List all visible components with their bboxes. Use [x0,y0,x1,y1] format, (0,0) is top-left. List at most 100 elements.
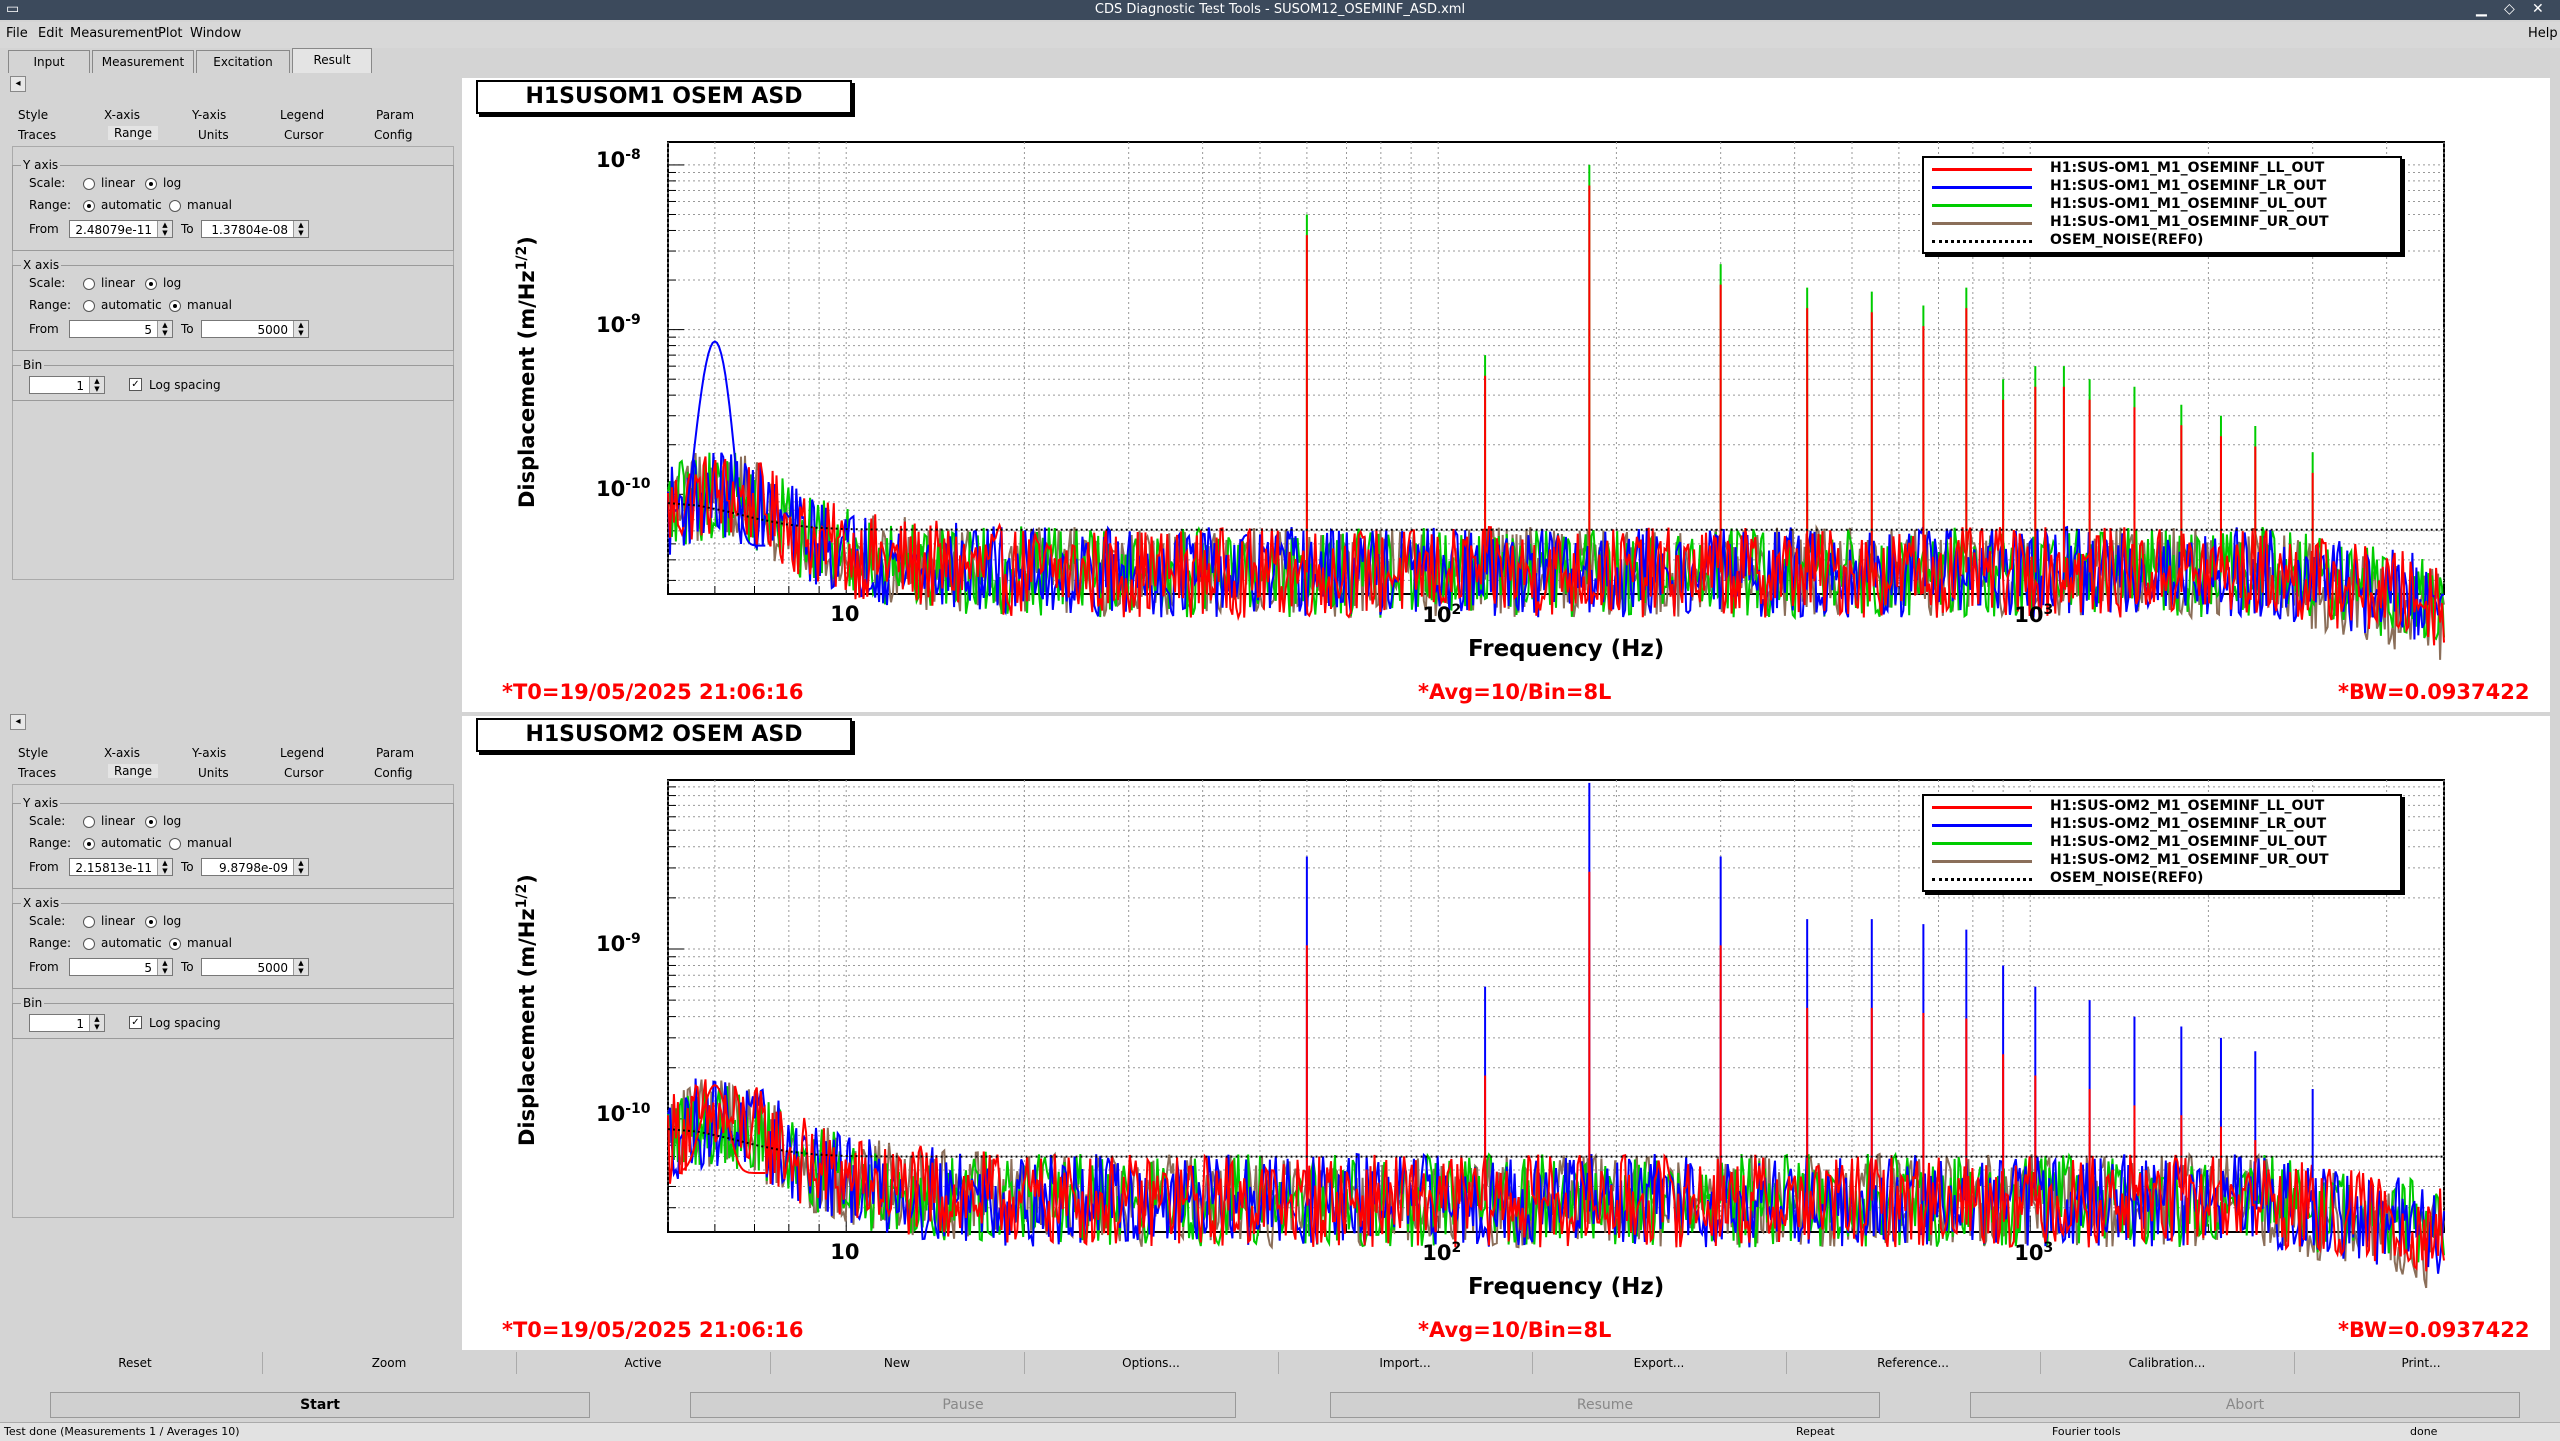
y-range-manual-radio[interactable] [169,838,181,850]
plot2-legend[interactable]: H1:SUS-OM2_M1_OSEMINF_LL_OUT H1:SUS-OM2_… [1922,794,2402,892]
x-from-spinner[interactable]: ▲ ▼ [157,321,172,337]
export-button[interactable]: Export... [1532,1352,1787,1374]
y-from-spinner[interactable]: ▲ ▼ [157,859,172,875]
subtab-traces[interactable]: Traces [18,128,56,142]
y-range-automatic-radio[interactable] [83,838,95,850]
y-to-input[interactable]: 1.37804e-08 ▲ ▼ [201,220,309,238]
log-spacing-checkbox[interactable]: ✓ [129,1016,142,1029]
subtab-traces[interactable]: Traces [18,766,56,780]
subtab-style[interactable]: Style [18,746,48,760]
y-range-manual-radio[interactable] [169,200,181,212]
y-scale-log-radio[interactable] [145,816,157,828]
subtab-range[interactable]: Range [108,764,159,778]
x-axis-group-title: X axis [21,258,62,272]
active-button[interactable]: Active [516,1352,771,1374]
zoom-button[interactable]: Zoom [262,1352,517,1374]
subtab-cursor[interactable]: Cursor [284,128,323,142]
menu-window[interactable]: Window [190,26,241,41]
import-button[interactable]: Import... [1278,1352,1533,1374]
tab-measurement[interactable]: Measurement [92,50,194,73]
x-to-input[interactable]: 5000 ▲ ▼ [201,958,309,976]
plot1-y-axis-label: Displacement (m/Hz1/2) [514,236,539,508]
subtab-config[interactable]: Config [374,766,413,780]
subtab-legend[interactable]: Legend [280,108,324,122]
menu-edit[interactable]: Edit [38,26,63,41]
subtab-config[interactable]: Config [374,128,413,142]
x-scale-linear-radio[interactable] [83,916,95,928]
y-from-input[interactable]: 2.15813e-11 ▲ ▼ [69,858,173,876]
tab-excitation[interactable]: Excitation [196,50,290,73]
y-scale-log-radio[interactable] [145,178,157,190]
x-from-spinner[interactable]: ▲ ▼ [157,959,172,975]
subtab-param[interactable]: Param [376,746,414,760]
x-scale-log-radio[interactable] [145,916,157,928]
log-spacing-checkbox[interactable]: ✓ [129,378,142,391]
collapse-panel2-icon[interactable]: ◂ [10,714,26,730]
bin-spinner[interactable]: ▲ ▼ [89,377,104,393]
subtab-y-axis[interactable]: Y-axis [192,108,226,122]
maximize-icon[interactable]: ◇ [2504,1,2515,17]
tab-input[interactable]: Input [8,50,90,73]
calibration-button[interactable]: Calibration... [2040,1352,2295,1374]
y-tick-label: 10-10 [596,476,651,502]
options-button[interactable]: Options... [1024,1352,1279,1374]
close-icon[interactable]: ✕ [2532,1,2544,17]
subtab-cursor[interactable]: Cursor [284,766,323,780]
reset-button[interactable]: Reset [8,1352,263,1374]
bin-input[interactable]: 1 ▲ ▼ [29,376,105,394]
start-button[interactable]: Start [50,1392,590,1418]
x-to-spinner[interactable]: ▲ ▼ [293,321,308,337]
print-button[interactable]: Print... [2294,1352,2548,1374]
y-scale-linear-radio[interactable] [83,178,95,190]
subtab-y-axis[interactable]: Y-axis [192,746,226,760]
subtab-param[interactable]: Param [376,108,414,122]
x-scale-log-label: log [163,914,182,928]
x-scale-log-label: log [163,276,182,290]
collapse-panel1-icon[interactable]: ◂ [10,76,26,92]
x-to-input[interactable]: 5000 ▲ ▼ [201,320,309,338]
y-from-input[interactable]: 2.48079e-11 ▲ ▼ [69,220,173,238]
menu-measurement[interactable]: Measurement [70,26,159,41]
y-tick-label: 10-9 [596,311,641,337]
plot1-legend[interactable]: H1:SUS-OM1_M1_OSEMINF_LL_OUT H1:SUS-OM1_… [1922,156,2402,254]
x-from-input[interactable]: 5 ▲ ▼ [69,958,173,976]
minimize-icon[interactable]: ▁ [2476,1,2487,17]
x-range-manual-radio[interactable] [169,938,181,950]
x-to-spinner[interactable]: ▲ ▼ [293,959,308,975]
menu-help[interactable]: Help [2528,26,2558,41]
x-range-manual-radio[interactable] [169,300,181,312]
menu-plot[interactable]: Plot [158,26,183,41]
tab-result[interactable]: Result [292,48,372,73]
subtab-style[interactable]: Style [18,108,48,122]
y-scale-linear-radio[interactable] [83,816,95,828]
x-scale-log-radio[interactable] [145,278,157,290]
x-scale-linear-radio[interactable] [83,278,95,290]
pause-button[interactable]: Pause [690,1392,1236,1418]
x-from-input[interactable]: 5 ▲ ▼ [69,320,173,338]
plot2-canvas[interactable]: H1SUSOM2 OSEM ASD Displacement (m/Hz1/2)… [462,716,2550,1350]
y-to-spinner[interactable]: ▲ ▼ [293,859,308,875]
bin-input[interactable]: 1 ▲ ▼ [29,1014,105,1032]
reference-button[interactable]: Reference... [1786,1352,2041,1374]
bin-spinner[interactable]: ▲ ▼ [89,1015,104,1031]
x-range-automatic-radio[interactable] [83,300,95,312]
y-to-spinner[interactable]: ▲ ▼ [293,221,308,237]
subtab-legend[interactable]: Legend [280,746,324,760]
subtab-range[interactable]: Range [108,126,159,140]
menu-file[interactable]: File [6,26,28,41]
subtab-x-axis[interactable]: X-axis [104,746,140,760]
subtab-x-axis[interactable]: X-axis [104,108,140,122]
abort-button[interactable]: Abort [1970,1392,2520,1418]
y-scale-linear-label: linear [101,176,135,190]
new-button[interactable]: New [770,1352,1025,1374]
x-range-automatic-radio[interactable] [83,938,95,950]
bin-group: Bin 1 ▲ ▼ ✓ Log spacing [12,358,454,401]
y-to-input[interactable]: 9.8798e-09 ▲ ▼ [201,858,309,876]
plot1-canvas[interactable]: H1SUSOM1 OSEM ASD Displacement (m/Hz1/2)… [462,78,2550,712]
y-range-automatic-radio[interactable] [83,200,95,212]
y-range-automatic-label: automatic [101,836,162,850]
resume-button[interactable]: Resume [1330,1392,1880,1418]
subtab-units[interactable]: Units [198,128,229,142]
y-from-spinner[interactable]: ▲ ▼ [157,221,172,237]
subtab-units[interactable]: Units [198,766,229,780]
